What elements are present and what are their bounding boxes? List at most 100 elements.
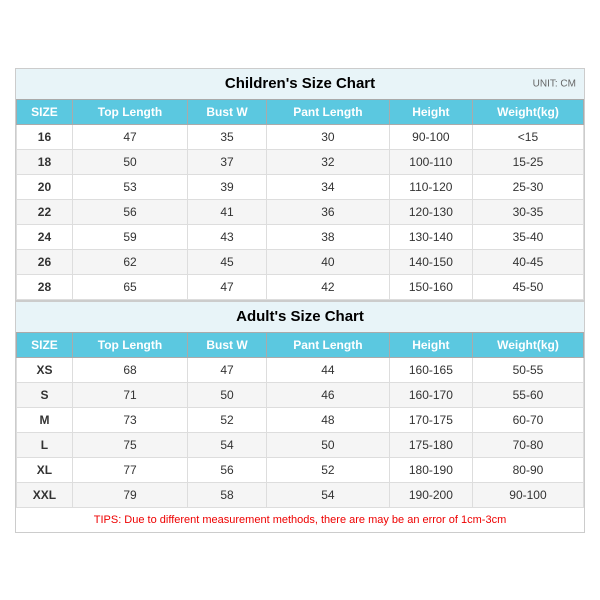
adult-data-cell: 54 [188,432,267,457]
children-data-cell: 35-40 [472,224,583,249]
adult-thead: SIZETop LengthBust WPant LengthHeightWei… [17,332,584,357]
adult-header-row: SIZETop LengthBust WPant LengthHeightWei… [17,332,584,357]
adult-data-cell: 52 [188,407,267,432]
adult-header-cell: Weight(kg) [472,332,583,357]
children-data-cell: 150-160 [389,274,472,299]
children-data-cell: 40 [266,249,389,274]
adult-data-cell: 70-80 [472,432,583,457]
adult-data-cell: L [17,432,73,457]
children-data-cell: 42 [266,274,389,299]
adult-data-cell: 160-165 [389,357,472,382]
adult-data-cell: 80-90 [472,457,583,482]
children-header-cell: SIZE [17,99,73,124]
children-data-cell: 34 [266,174,389,199]
children-title-row: Children's Size Chart UNIT: CM [16,69,584,99]
children-data-cell: 15-25 [472,149,583,174]
adult-data-cell: 50-55 [472,357,583,382]
children-data-cell: 140-150 [389,249,472,274]
adult-data-cell: 75 [72,432,187,457]
adult-header-cell: Top Length [72,332,187,357]
adult-data-cell: XS [17,357,73,382]
children-data-cell: 22 [17,199,73,224]
children-data-cell: 110-120 [389,174,472,199]
adult-data-cell: 46 [266,382,389,407]
children-data-row: 18503732100-11015-25 [17,149,584,174]
children-data-cell: 43 [188,224,267,249]
children-data-row: 28654742150-16045-50 [17,274,584,299]
children-header-cell: Height [389,99,472,124]
adult-data-cell: 73 [72,407,187,432]
children-data-cell: 40-45 [472,249,583,274]
adult-data-cell: 60-70 [472,407,583,432]
adult-header-cell: SIZE [17,332,73,357]
adult-data-cell: 48 [266,407,389,432]
tips-row: TIPS: Due to different measurement metho… [16,508,584,532]
unit-label: UNIT: CM [533,78,576,89]
adult-data-cell: 54 [266,482,389,507]
adult-data-cell: M [17,407,73,432]
children-data-cell: 18 [17,149,73,174]
children-data-cell: 56 [72,199,187,224]
children-data-cell: 16 [17,124,73,149]
adult-table: SIZETop LengthBust WPant LengthHeightWei… [16,332,584,508]
adult-header-cell: Pant Length [266,332,389,357]
adult-title: Adult's Size Chart [236,308,364,325]
adult-data-cell: 175-180 [389,432,472,457]
adult-data-row: M735248170-17560-70 [17,407,584,432]
children-data-cell: 62 [72,249,187,274]
adult-data-cell: 52 [266,457,389,482]
children-data-cell: 30-35 [472,199,583,224]
children-data-cell: 28 [17,274,73,299]
children-data-cell: 130-140 [389,224,472,249]
children-data-row: 22564136120-13030-35 [17,199,584,224]
children-data-cell: <15 [472,124,583,149]
children-header-cell: Top Length [72,99,187,124]
children-data-cell: 39 [188,174,267,199]
children-data-cell: 47 [72,124,187,149]
children-data-cell: 45 [188,249,267,274]
size-chart-container: Children's Size Chart UNIT: CM SIZETop L… [15,68,585,533]
adult-data-cell: 56 [188,457,267,482]
adult-data-cell: 50 [188,382,267,407]
children-title: Children's Size Chart [225,75,375,92]
adult-data-cell: 44 [266,357,389,382]
adult-data-cell: 170-175 [389,407,472,432]
adult-data-row: XS684744160-16550-55 [17,357,584,382]
children-header-row: SIZETop LengthBust WPant LengthHeightWei… [17,99,584,124]
children-table: SIZETop LengthBust WPant LengthHeightWei… [16,99,584,300]
adult-data-cell: 180-190 [389,457,472,482]
adult-header-cell: Height [389,332,472,357]
children-thead: SIZETop LengthBust WPant LengthHeightWei… [17,99,584,124]
children-data-cell: 38 [266,224,389,249]
children-data-cell: 35 [188,124,267,149]
adult-data-cell: 79 [72,482,187,507]
children-data-cell: 37 [188,149,267,174]
children-data-cell: 59 [72,224,187,249]
adult-data-row: L755450175-18070-80 [17,432,584,457]
adult-header-cell: Bust W [188,332,267,357]
children-data-cell: 47 [188,274,267,299]
children-data-row: 24594338130-14035-40 [17,224,584,249]
children-header-cell: Weight(kg) [472,99,583,124]
adult-data-cell: 190-200 [389,482,472,507]
adult-data-row: XL775652180-19080-90 [17,457,584,482]
children-data-cell: 90-100 [389,124,472,149]
children-data-row: 1647353090-100<15 [17,124,584,149]
children-data-cell: 32 [266,149,389,174]
children-tbody: 1647353090-100<1518503732100-11015-25205… [17,124,584,299]
children-data-cell: 65 [72,274,187,299]
children-header-cell: Bust W [188,99,267,124]
adult-data-cell: XL [17,457,73,482]
adult-data-cell: 50 [266,432,389,457]
adult-tbody: XS684744160-16550-55S715046160-17055-60M… [17,357,584,507]
children-header-cell: Pant Length [266,99,389,124]
children-data-cell: 50 [72,149,187,174]
children-data-cell: 24 [17,224,73,249]
adult-data-cell: 160-170 [389,382,472,407]
children-data-cell: 36 [266,199,389,224]
children-data-cell: 20 [17,174,73,199]
children-data-cell: 25-30 [472,174,583,199]
adult-data-cell: 47 [188,357,267,382]
adult-data-cell: 77 [72,457,187,482]
adult-data-row: S715046160-17055-60 [17,382,584,407]
